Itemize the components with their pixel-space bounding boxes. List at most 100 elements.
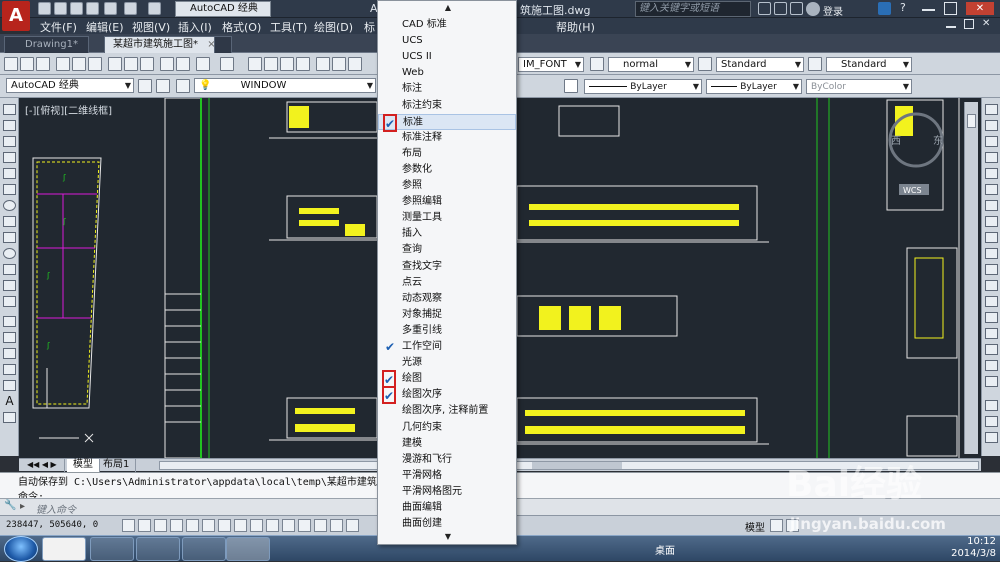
menu-insert[interactable]: 插入(I) [178, 19, 212, 35]
open-icon[interactable] [20, 57, 34, 71]
break-at-point-icon[interactable] [985, 280, 998, 291]
polar-tracking-icon[interactable] [186, 519, 199, 532]
doc-restore-icon[interactable] [964, 19, 974, 29]
text-side-icon[interactable] [985, 432, 998, 443]
menu-item-31[interactable]: 曲面创建 [378, 516, 516, 532]
zoom-previous-icon[interactable] [296, 57, 310, 71]
tool-palettes-icon[interactable] [348, 57, 362, 71]
menu-item-23[interactable]: ✔ 绘图次序 [378, 386, 516, 405]
mirror-icon[interactable] [985, 136, 998, 147]
tab-model[interactable]: 模型 [67, 459, 100, 472]
dynamic-input-icon[interactable] [266, 519, 279, 532]
undo-toolbar-icon[interactable] [196, 57, 210, 71]
menu-item-14[interactable]: 查询 [378, 242, 516, 258]
plot-icon[interactable] [56, 57, 70, 71]
ortho-mode-icon[interactable] [170, 519, 183, 532]
ellipse-icon[interactable] [3, 248, 16, 259]
grid-display-icon[interactable] [154, 519, 167, 532]
undo-icon[interactable] [124, 2, 137, 15]
menu-item-28[interactable]: 平滑网格 [378, 468, 516, 484]
join-icon[interactable] [985, 312, 998, 323]
system-clock[interactable]: 10:12 2014/3/8 [942, 536, 996, 560]
polyline-icon[interactable] [3, 136, 16, 147]
erase-icon[interactable] [985, 104, 998, 115]
object-snap-tracking-icon[interactable] [234, 519, 247, 532]
quick-properties-icon[interactable] [314, 519, 327, 532]
doc-close-icon[interactable]: ✕ [982, 18, 995, 31]
menu-view[interactable]: 视图(V) [132, 19, 170, 35]
browser-app-icon[interactable] [136, 537, 180, 561]
panda-app-icon[interactable] [42, 537, 86, 561]
pan-icon[interactable] [248, 57, 262, 71]
menu-help[interactable]: 帮助(H) [556, 19, 595, 35]
polygon-icon[interactable] [3, 152, 16, 163]
point-icon[interactable] [3, 316, 16, 327]
vertical-scroll-thumb[interactable] [967, 114, 976, 128]
menu-scroll-down-icon[interactable]: ▼ [378, 532, 518, 544]
maximize-viewport-icon[interactable] [156, 79, 170, 93]
plotstyle-select[interactable]: ByColor ▼ [806, 79, 912, 94]
move-icon[interactable] [985, 184, 998, 195]
copy-icon[interactable] [124, 57, 138, 71]
color-select[interactable]: ByLayer ▼ [584, 79, 702, 94]
transparency-icon[interactable] [298, 519, 311, 532]
table-style-select[interactable]: Standard ▼ [716, 57, 804, 72]
insert-block-icon[interactable] [3, 280, 16, 291]
menu-item-10[interactable]: 参照 [378, 178, 516, 194]
explorer-app-icon[interactable] [182, 537, 226, 561]
open-file-icon[interactable] [54, 2, 67, 15]
menu-item-18[interactable]: 对象捕捉 [378, 307, 516, 323]
cut-icon[interactable] [108, 57, 122, 71]
menu-format[interactable]: 格式(O) [222, 19, 261, 35]
circle-icon[interactable] [3, 200, 16, 211]
menu-item-6[interactable]: ✔ 标准 [378, 113, 516, 132]
save-toolbar-icon[interactable] [36, 57, 50, 71]
ellipse-arc-icon[interactable] [3, 264, 16, 275]
make-block-icon[interactable] [3, 296, 16, 307]
lineweight-icon[interactable] [282, 519, 295, 532]
communication-center-icon[interactable] [774, 2, 787, 15]
gradient-icon[interactable] [3, 348, 16, 359]
favorites-icon[interactable] [790, 2, 803, 15]
rectangle-icon[interactable] [3, 168, 16, 179]
redo-icon[interactable] [148, 2, 161, 15]
menu-draw[interactable]: 绘图(D) [314, 19, 353, 35]
menu-scroll-up-icon[interactable]: ▲ [378, 3, 518, 15]
dim-style-icon[interactable] [590, 57, 604, 71]
command-input[interactable]: 键入命令 [36, 501, 76, 516]
layer-select[interactable]: 💡 WINDOW ▼ [194, 78, 376, 93]
explode-icon[interactable] [985, 376, 998, 387]
menu-item-11[interactable]: 参照编辑 [378, 194, 516, 210]
spline-icon[interactable] [3, 232, 16, 243]
properties-side-icon[interactable] [985, 400, 998, 411]
offset-icon[interactable] [985, 152, 998, 163]
table-style-icon[interactable] [698, 57, 712, 71]
fillet-icon[interactable] [985, 344, 998, 355]
layer-properties-icon[interactable] [176, 79, 190, 93]
search-input[interactable]: 键入关键字或短语 [635, 1, 751, 17]
save-as-icon[interactable] [86, 2, 99, 15]
new-icon[interactable] [4, 57, 18, 71]
menu-item-3[interactable]: Web [378, 65, 516, 81]
draworder-side-icon[interactable] [985, 416, 998, 427]
autocad-logo-icon[interactable]: A [2, 1, 30, 31]
menu-edit[interactable]: 编辑(E) [86, 19, 124, 35]
menu-item-27[interactable]: 漫游和飞行 [378, 452, 516, 468]
exchange-apps-icon[interactable] [878, 2, 891, 15]
start-button[interactable] [4, 536, 38, 562]
hatch-icon[interactable] [3, 332, 16, 343]
multiline-text-icon[interactable]: A [3, 395, 16, 407]
menu-item-5[interactable]: 标注约束 [378, 98, 516, 114]
publish-icon[interactable] [88, 57, 102, 71]
arc-icon[interactable] [3, 184, 16, 195]
redo-toolbar-icon[interactable] [220, 57, 234, 71]
chamfer-icon[interactable] [985, 328, 998, 339]
extend-icon[interactable] [985, 264, 998, 275]
properties-icon[interactable] [316, 57, 330, 71]
design-center-icon[interactable] [332, 57, 346, 71]
selection-cycling-icon[interactable] [330, 519, 343, 532]
menu-item-17[interactable]: 动态观察 [378, 291, 516, 307]
menu-item-4[interactable]: 标注 [378, 81, 516, 97]
command-recent-icon[interactable]: ▸ [20, 501, 25, 512]
workspace-settings-icon[interactable] [138, 79, 152, 93]
